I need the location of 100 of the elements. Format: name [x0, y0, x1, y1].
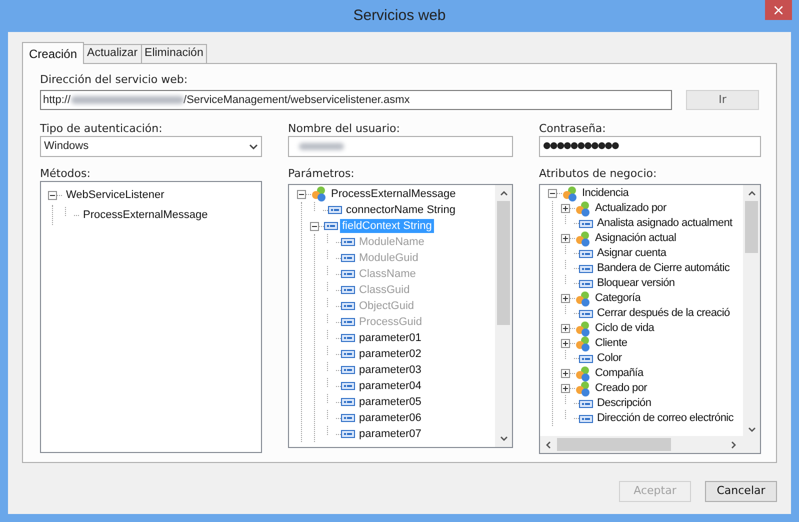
scroll-left-icon: [546, 440, 551, 448]
scroll-up-icon: [748, 191, 756, 196]
field-icon: [324, 222, 338, 230]
vertical-scrollbar[interactable]: [743, 185, 760, 436]
expand-icon[interactable]: [561, 339, 570, 348]
field-label: Parámetros:: [288, 166, 356, 181]
tab[interactable]: Eliminación: [140, 44, 208, 63]
authentication-dropdown[interactable]: Windows: [40, 136, 262, 157]
tree-item[interactable]: parameter07: [357, 427, 424, 441]
tree-item[interactable]: Categoría: [593, 292, 643, 305]
field-icon: [579, 280, 593, 288]
tree-item[interactable]: Asignar cuenta: [595, 247, 668, 260]
field-icon: [341, 286, 355, 294]
expand-icon[interactable]: [561, 204, 570, 213]
collapse-icon[interactable]: [310, 222, 319, 230]
tree-item[interactable]: Analista asignado actualment: [595, 217, 734, 230]
collapse-icon[interactable]: [548, 189, 557, 198]
spheres-icon: [575, 380, 591, 396]
tree-item[interactable]: Color: [595, 352, 624, 365]
vertical-scrollbar[interactable]: [495, 185, 512, 447]
field-label: Tipo de autenticación:: [40, 121, 164, 136]
field-icon: [341, 302, 355, 310]
tree-item[interactable]: ProcessExternalMessage: [81, 206, 210, 224]
expand-icon[interactable]: [561, 324, 570, 333]
window-title: Servicios web: [353, 6, 446, 26]
spheres-icon: [575, 366, 591, 382]
dialog-button[interactable]: Cancelar: [705, 481, 777, 502]
chevron-down-icon: [249, 144, 258, 150]
field-icon: [341, 350, 355, 358]
field-icon: [341, 318, 355, 326]
tree-item[interactable]: parameter02: [357, 347, 424, 361]
expand-icon[interactable]: [561, 234, 570, 243]
field-icon: [579, 400, 593, 408]
tree-item[interactable]: ProcessExternalMessage: [329, 187, 458, 201]
tree-item[interactable]: Cliente: [593, 337, 630, 350]
tree-item[interactable]: Bloquear versión: [595, 277, 677, 290]
scroll-right-icon: [731, 440, 736, 448]
tab[interactable]: Creación: [22, 42, 84, 64]
field-icon: [341, 382, 355, 390]
scroll-down-icon: [500, 436, 508, 441]
field-icon: [341, 430, 355, 438]
close-button[interactable]: ×: [765, 0, 792, 20]
tree-item[interactable]: Descripción: [595, 397, 654, 410]
field-icon: [579, 220, 593, 228]
tree-item[interactable]: connectorName String: [344, 203, 458, 217]
field-icon: [341, 270, 355, 278]
field-icon: [579, 414, 593, 422]
scroll-down-icon: [748, 427, 756, 432]
field-icon: [341, 366, 355, 374]
field-icon: [579, 310, 593, 318]
tree-item[interactable]: Bandera de Cierre automátic: [595, 262, 732, 275]
spheres-icon: [562, 186, 578, 202]
collapse-icon[interactable]: [48, 190, 57, 200]
field-icon: [341, 414, 355, 422]
password-field[interactable]: ●●●●●●●●●●●: [539, 136, 761, 157]
tree-item[interactable]: WebServiceListener: [64, 186, 166, 204]
field-icon: [341, 334, 355, 342]
tree-item[interactable]: Cerrar después de la creació: [595, 307, 732, 320]
address-field[interactable]: http:// /ServiceManagement/webservicelistener.asmx: [40, 90, 672, 110]
tree-item[interactable]: Dirección de correo electrónic: [595, 412, 736, 425]
spheres-icon: [575, 230, 591, 246]
spheres-icon: [575, 290, 591, 306]
tree-item[interactable]: Actualizado por: [593, 202, 668, 215]
expand-icon[interactable]: [561, 369, 570, 378]
spheres-icon: [575, 200, 591, 216]
field-label: Métodos:: [40, 166, 92, 181]
field-icon: [328, 206, 342, 214]
scrollbar-thumb[interactable]: [745, 201, 758, 253]
collapse-icon[interactable]: [297, 190, 306, 198]
field-icon: [341, 398, 355, 406]
field-label: Nombre del usuario:: [288, 121, 401, 136]
scrollbar-thumb[interactable]: [497, 201, 510, 325]
field-label: Contraseña:: [539, 121, 607, 136]
tree-item[interactable]: parameter06: [357, 411, 424, 425]
field-icon: [579, 250, 593, 258]
field-icon: [579, 354, 593, 362]
go-button[interactable]: Ir: [686, 90, 759, 110]
spheres-icon: [575, 336, 591, 352]
field-icon: [341, 238, 355, 246]
field-icon: [579, 264, 593, 272]
horizontal-scrollbar[interactable]: [540, 436, 760, 453]
username-field[interactable]: [288, 136, 513, 157]
tree-item[interactable]: Asignación actual: [593, 232, 678, 245]
scrollbar-thumb[interactable]: [557, 438, 671, 451]
field-icon: [341, 254, 355, 262]
spheres-icon: [311, 186, 327, 202]
tree-item[interactable]: Incidencia: [580, 187, 631, 200]
tree-item[interactable]: Ciclo de vida: [593, 322, 656, 335]
expand-icon[interactable]: [561, 294, 570, 303]
spheres-icon: [575, 320, 591, 336]
expand-icon[interactable]: [561, 384, 570, 393]
tree-item[interactable]: parameter01: [357, 331, 424, 345]
tree-item[interactable]: Compañía: [593, 367, 646, 380]
tree-item[interactable]: parameter05: [357, 395, 424, 409]
redacted-text: [299, 143, 344, 150]
tree-item[interactable]: parameter04: [357, 379, 424, 393]
field-label: Dirección del servicio web:: [40, 72, 189, 87]
scroll-up-icon: [500, 191, 508, 196]
tree-item[interactable]: parameter03: [357, 363, 424, 377]
tree-item[interactable]: Creado por: [593, 382, 650, 395]
